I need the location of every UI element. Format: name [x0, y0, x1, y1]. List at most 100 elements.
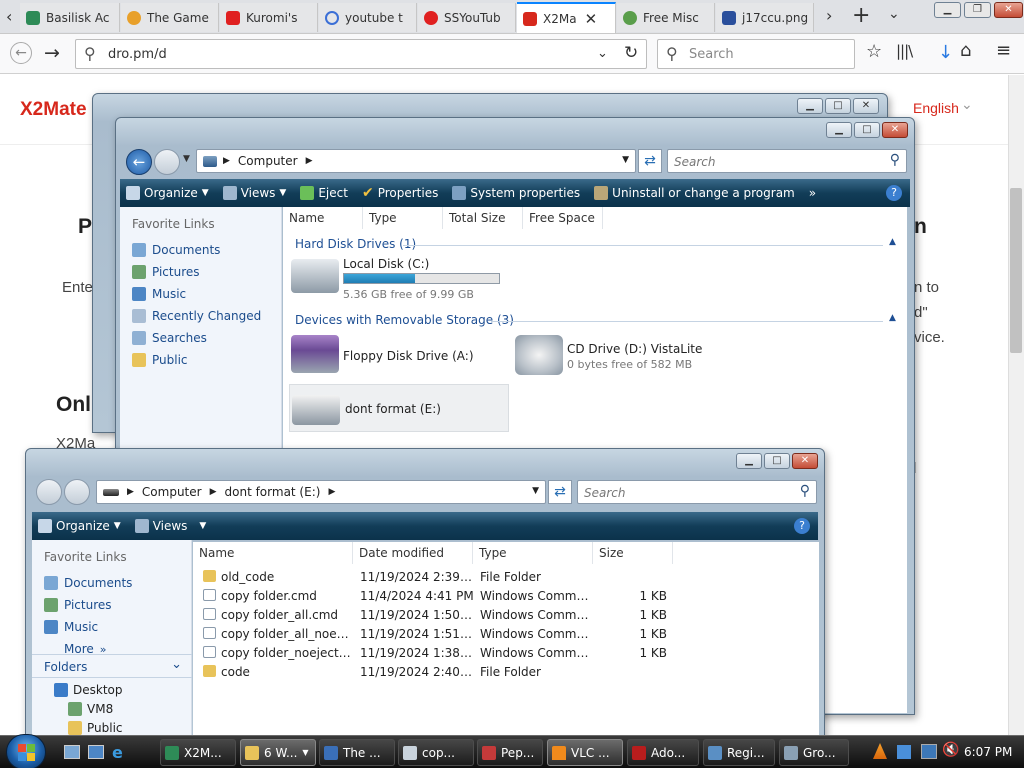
column-header-name[interactable]: Name — [283, 207, 363, 229]
drive-cd[interactable]: CD Drive (D:) VistaLite 0 bytes free of … — [567, 342, 702, 371]
column-header-total-size[interactable]: Total Size — [443, 207, 523, 229]
tab-x2mate[interactable]: X2Ma ✕ — [517, 2, 616, 33]
show-desktop-icon[interactable] — [64, 745, 80, 759]
maximize-button[interactable]: □ — [764, 453, 790, 469]
tree-desktop[interactable]: Desktop — [54, 683, 123, 697]
nav-link-documents[interactable]: Documents — [120, 239, 281, 261]
collapse-icon[interactable]: ▲ — [889, 237, 896, 247]
file-row[interactable]: code 11/19/2024 2:40 PM File Folder — [193, 662, 673, 681]
clock[interactable]: 6:07 PM — [964, 745, 1012, 759]
search-icon[interactable]: ⚲ — [800, 483, 810, 499]
breadcrumb-computer[interactable]: Computer — [238, 154, 298, 168]
taskbar-button-gro[interactable]: Gro... — [779, 739, 849, 766]
taskbar-button-explorer-group[interactable]: 6 W... ▼ — [240, 739, 316, 766]
column-header-name[interactable]: Name — [193, 542, 353, 564]
forward-button[interactable] — [64, 479, 90, 505]
minimize-button[interactable]: ▁ — [826, 122, 852, 138]
system-properties-button[interactable]: System properties — [452, 186, 580, 200]
taskbar-button-pep[interactable]: Pep... — [477, 739, 543, 766]
history-dropdown-icon[interactable]: ▼ — [183, 154, 190, 164]
tree-vm8[interactable]: VM8 — [68, 702, 113, 716]
address-dropdown-icon[interactable]: ▼ — [532, 486, 539, 496]
tab-basilisk[interactable]: Basilisk Ac — [20, 3, 120, 32]
nav-link-public[interactable]: Public — [120, 349, 281, 371]
url-bar[interactable]: ⚲ dro.pm/d ⌄ ↻ — [75, 39, 647, 69]
minimize-button[interactable]: ▁ — [797, 98, 823, 114]
page-scrollbar-thumb[interactable] — [1010, 188, 1022, 353]
breadcrumb-drive-e[interactable]: dont format (E:) — [225, 485, 321, 499]
close-button[interactable]: ✕ — [994, 2, 1023, 18]
tab-the-game[interactable]: The Game — [121, 3, 219, 32]
search-input[interactable]: Search ⚲ — [577, 480, 817, 504]
refresh-icon[interactable]: ⇄ — [548, 480, 572, 504]
views-button[interactable]: Views ▼ — [222, 186, 286, 200]
nav-link-music[interactable]: Music — [32, 616, 191, 638]
close-tab-icon[interactable]: ✕ — [585, 10, 598, 28]
address-bar[interactable]: ▶ Computer ▶ ▼ — [196, 149, 636, 173]
tree-public[interactable]: Public — [68, 721, 123, 735]
language-selector[interactable]: English — [913, 100, 959, 116]
browser-search-bar[interactable]: ⚲ Search — [657, 39, 855, 69]
taskbar-button-ado[interactable]: Ado... — [627, 739, 699, 766]
organize-button[interactable]: Organize ▼ — [38, 519, 121, 533]
nav-link-documents[interactable]: Documents — [32, 572, 191, 594]
site-logo[interactable]: X2Mate — [20, 99, 87, 121]
minimize-button[interactable]: ▁ — [736, 453, 762, 469]
breadcrumb-arrow-icon[interactable]: ▶ — [127, 487, 134, 497]
address-bar[interactable]: ▶ Computer ▶ dont format (E:) ▶ ▼ — [96, 480, 546, 504]
tab-scroll-right-icon[interactable]: › — [826, 6, 832, 25]
menu-icon[interactable]: ≡ — [996, 40, 1011, 61]
column-header-type[interactable]: Type — [363, 207, 443, 229]
collapse-icon[interactable]: ▲ — [889, 313, 896, 323]
home-icon[interactable]: ⌂ — [960, 40, 971, 61]
uninstall-button[interactable]: Uninstall or change a program — [594, 186, 795, 200]
breadcrumb-arrow-icon[interactable]: ▶ — [328, 487, 335, 497]
file-row[interactable]: copy folder.cmd 11/4/2024 4:41 PM Windows … — [193, 586, 673, 605]
nav-link-searches[interactable]: Searches — [120, 327, 281, 349]
column-header-type[interactable]: Type — [473, 542, 593, 564]
page-scrollbar[interactable] — [1008, 75, 1024, 735]
tab-youtube-search[interactable]: youtube t — [319, 3, 417, 32]
maximize-button[interactable]: □ — [825, 98, 851, 114]
reload-icon[interactable]: ↻ — [624, 43, 638, 63]
column-header-free-space[interactable]: Free Space — [523, 207, 603, 229]
more-toolbar-button[interactable]: » — [809, 186, 816, 200]
nav-link-music[interactable]: Music — [120, 283, 281, 305]
forward-button[interactable] — [154, 149, 180, 175]
close-button[interactable]: ✕ — [882, 122, 908, 138]
vlc-tray-icon[interactable] — [873, 743, 887, 759]
taskbar-button-cop[interactable]: cop... — [398, 739, 474, 766]
minimize-button[interactable]: ▁ — [934, 2, 961, 18]
breadcrumb-arrow-icon[interactable]: ▶ — [223, 156, 230, 166]
internet-explorer-icon[interactable]: e — [112, 743, 123, 762]
tab-scroll-left-icon[interactable]: ‹ — [6, 7, 12, 26]
maximize-button[interactable]: □ — [854, 122, 880, 138]
tray-icon[interactable] — [897, 745, 911, 759]
back-button[interactable] — [36, 479, 62, 505]
back-button[interactable]: ← — [10, 42, 32, 64]
drive-local-disk[interactable]: Local Disk (C:) 5.36 GB free of 9.99 GB — [343, 257, 513, 303]
new-tab-button[interactable]: + — [852, 3, 870, 28]
taskbar-button-the[interactable]: The ... — [319, 739, 395, 766]
tab-ssyoutube[interactable]: SSYouTub — [418, 3, 516, 32]
tab-kuromi[interactable]: Kuromi's — [220, 3, 318, 32]
nav-link-pictures[interactable]: Pictures — [120, 261, 281, 283]
forward-button[interactable]: → — [44, 42, 60, 64]
url-dropdown-icon[interactable]: ⌄ — [597, 46, 608, 61]
taskbar-button-regi[interactable]: Regi... — [703, 739, 775, 766]
restore-button[interactable]: ❐ — [964, 2, 991, 18]
breadcrumb-arrow-icon[interactable]: ▶ — [210, 487, 217, 497]
views-button[interactable]: Views ▼ — [134, 519, 206, 533]
refresh-icon[interactable]: ⇄ — [638, 149, 662, 173]
close-button[interactable]: ✕ — [853, 98, 879, 114]
search-icon[interactable]: ⚲ — [890, 152, 900, 168]
taskbar-button-vlc[interactable]: VLC ... — [547, 739, 623, 766]
back-button[interactable]: ← — [126, 149, 152, 175]
drive-floppy[interactable]: Floppy Disk Drive (A:) — [343, 349, 474, 363]
help-icon[interactable]: ? — [886, 185, 902, 201]
start-button[interactable] — [6, 734, 46, 768]
group-header-hard-disks[interactable]: Hard Disk Drives (1) — [295, 237, 416, 251]
breadcrumb-computer[interactable]: Computer — [142, 485, 202, 499]
address-dropdown-icon[interactable]: ▼ — [622, 155, 629, 165]
file-row[interactable]: copy folder_all_noeject... 11/19/2024 1:5… — [193, 624, 673, 643]
